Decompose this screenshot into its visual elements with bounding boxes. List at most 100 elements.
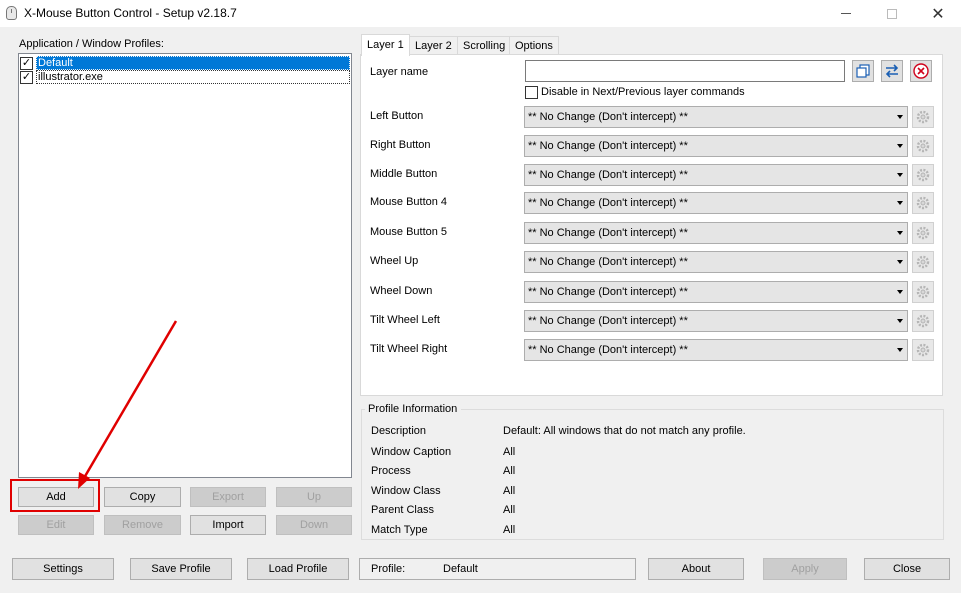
window-title: X-Mouse Button Control - Setup v2.18.7 (24, 6, 237, 20)
swap-layer-button[interactable] (881, 60, 903, 82)
mapping-label: Left Button (370, 110, 423, 122)
mapping-value: ** No Change (Don't intercept) ** (528, 315, 688, 327)
mapping-label: Tilt Wheel Left (370, 314, 440, 326)
chevron-down-icon (897, 144, 903, 148)
annotation-highlight-box (10, 479, 100, 512)
disable-layer-checkbox[interactable] (525, 86, 538, 99)
close-window-button[interactable]: ✕ (915, 0, 961, 27)
swap-arrows-icon (884, 63, 900, 79)
profiles-label: Application / Window Profiles: (19, 38, 164, 50)
save-profile-button[interactable]: Save Profile (130, 558, 232, 580)
close-button[interactable]: Close (864, 558, 950, 580)
layer-name-input[interactable] (525, 60, 845, 82)
disable-layer-label: Disable in Next/Previous layer commands (541, 86, 745, 98)
profile-info-label: Description (371, 425, 426, 437)
copy-icon (855, 63, 871, 79)
maximize-button (869, 0, 915, 27)
mapping-settings-button[interactable] (912, 339, 934, 361)
maximize-icon (887, 9, 897, 19)
mapping-label: Wheel Down (370, 285, 432, 297)
gear-icon (915, 342, 931, 358)
mapping-value: ** No Change (Don't intercept) ** (528, 111, 688, 123)
mapping-value: ** No Change (Don't intercept) ** (528, 256, 688, 268)
apply-button[interactable]: Apply (763, 558, 847, 580)
copy-button[interactable]: Copy (104, 487, 181, 507)
chevron-down-icon (897, 231, 903, 235)
about-button[interactable]: About (648, 558, 744, 580)
profile-status-box: Profile: Default (359, 558, 636, 580)
mapping-settings-button[interactable] (912, 135, 934, 157)
profile-info-label: Parent Class (371, 504, 434, 516)
mapping-dropdown[interactable]: ** No Change (Don't intercept) ** (524, 135, 908, 157)
mapping-settings-button[interactable] (912, 106, 934, 128)
mapping-value: ** No Change (Don't intercept) ** (528, 286, 688, 298)
mapping-settings-button[interactable] (912, 281, 934, 303)
mapping-dropdown[interactable]: ** No Change (Don't intercept) ** (524, 222, 908, 244)
export-button[interactable]: Export (190, 487, 266, 507)
profile-item-default[interactable]: ✓ Default (20, 56, 350, 70)
tab-scrolling[interactable]: Scrolling (457, 36, 511, 55)
clear-icon (912, 62, 930, 80)
profile-status-value: Default (443, 563, 478, 575)
copy-layer-button[interactable] (852, 60, 874, 82)
profile-checkbox[interactable]: ✓ (20, 71, 33, 84)
chevron-down-icon (897, 260, 903, 264)
mouse-icon (6, 6, 17, 20)
mapping-settings-button[interactable] (912, 251, 934, 273)
mapping-value: ** No Change (Don't intercept) ** (528, 344, 688, 356)
profile-info-label: Window Caption (371, 446, 451, 458)
title-bar: X-Mouse Button Control - Setup v2.18.7 ✕ (0, 0, 961, 27)
load-profile-button[interactable]: Load Profile (247, 558, 349, 580)
mapping-dropdown[interactable]: ** No Change (Don't intercept) ** (524, 106, 908, 128)
profile-info-label: Process (371, 465, 411, 477)
minimize-button[interactable] (823, 0, 869, 27)
mapping-label: Mouse Button 4 (370, 196, 447, 208)
mapping-dropdown[interactable]: ** No Change (Don't intercept) ** (524, 192, 908, 214)
mapping-settings-button[interactable] (912, 192, 934, 214)
profile-info-value: All (503, 524, 515, 536)
chevron-down-icon (897, 115, 903, 119)
profile-info-value: All (503, 465, 515, 477)
down-button[interactable]: Down (276, 515, 352, 535)
tab-options[interactable]: Options (509, 36, 559, 55)
mapping-settings-button[interactable] (912, 310, 934, 332)
chevron-down-icon (897, 201, 903, 205)
mapping-value: ** No Change (Don't intercept) ** (528, 169, 688, 181)
mapping-value: ** No Change (Don't intercept) ** (528, 227, 688, 239)
chevron-down-icon (897, 348, 903, 352)
profile-name: illustrator.exe (36, 70, 350, 84)
mapping-dropdown[interactable]: ** No Change (Don't intercept) ** (524, 164, 908, 186)
gear-icon (915, 167, 931, 183)
mapping-dropdown[interactable]: ** No Change (Don't intercept) ** (524, 310, 908, 332)
chevron-down-icon (897, 290, 903, 294)
gear-icon (915, 109, 931, 125)
import-button[interactable]: Import (190, 515, 266, 535)
gear-icon (915, 313, 931, 329)
mapping-dropdown[interactable]: ** No Change (Don't intercept) ** (524, 339, 908, 361)
gear-icon (915, 284, 931, 300)
profile-item-illustrator[interactable]: ✓ illustrator.exe (20, 70, 350, 84)
settings-button[interactable]: Settings (12, 558, 114, 580)
tab-layer-1[interactable]: Layer 1 (361, 34, 410, 56)
mapping-label: Tilt Wheel Right (370, 343, 447, 355)
gear-icon (915, 138, 931, 154)
clear-layer-button[interactable] (910, 60, 932, 82)
gear-icon (915, 195, 931, 211)
profiles-list[interactable]: ✓ Default ✓ illustrator.exe (18, 53, 352, 478)
up-button[interactable]: Up (276, 487, 352, 507)
mapping-dropdown[interactable]: ** No Change (Don't intercept) ** (524, 251, 908, 273)
mapping-settings-button[interactable] (912, 164, 934, 186)
profile-info-label: Match Type (371, 524, 428, 536)
profile-info-value: All (503, 446, 515, 458)
remove-button[interactable]: Remove (104, 515, 181, 535)
mapping-label: Right Button (370, 139, 431, 151)
mapping-dropdown[interactable]: ** No Change (Don't intercept) ** (524, 281, 908, 303)
profile-checkbox[interactable]: ✓ (20, 57, 33, 70)
layer-name-label: Layer name (370, 66, 428, 78)
tab-layer-2[interactable]: Layer 2 (409, 36, 458, 55)
profile-name: Default (36, 56, 350, 70)
close-icon: ✕ (931, 4, 944, 24)
profile-info-title: Profile Information (368, 403, 457, 415)
edit-button[interactable]: Edit (18, 515, 94, 535)
mapping-settings-button[interactable] (912, 222, 934, 244)
